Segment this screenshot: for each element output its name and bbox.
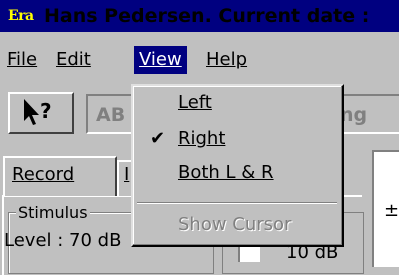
toolbar-field-text-left: AB [96,104,126,126]
window-title: Hans Pedersen. Current date : [44,5,370,27]
view-right-label: Right [178,128,226,149]
context-help-button[interactable]: ? [8,92,74,134]
plus-minus-label: ± [384,200,399,221]
tab-record-label: Record [12,164,75,185]
view-menu-item-right[interactable]: Right [178,124,225,154]
menu-file-label: File [7,49,38,70]
menu-edit-label: Edit [56,49,91,70]
menu-help[interactable]: Help [206,46,247,74]
toolbar-field-text-right: ng [340,104,368,126]
menu-separator [137,202,337,204]
view-left-label: Left [178,92,212,113]
stimulus-legend: Stimulus [16,203,90,222]
menu-file[interactable]: File [7,46,37,74]
help-question-glyph: ? [40,99,52,123]
view-both-label: Both L & R [178,162,274,183]
help-pointer-icon: ? [24,99,52,125]
tab-second-label: I [124,164,130,185]
menu-help-label: Help [206,49,248,70]
level-text: Level : 70 dB [4,230,122,251]
view-menu-item-both[interactable]: Both L & R [178,158,274,188]
menu-view-label: View [139,49,182,70]
view-menu-item-show-cursor: Show Cursor [178,214,292,235]
app-icon[interactable]: Era [8,9,40,24]
check-icon: ✔ [150,128,166,149]
menu-edit[interactable]: Edit [56,46,91,74]
menu-view[interactable]: View [134,46,187,74]
view-menu-item-left[interactable]: Left [178,88,212,118]
